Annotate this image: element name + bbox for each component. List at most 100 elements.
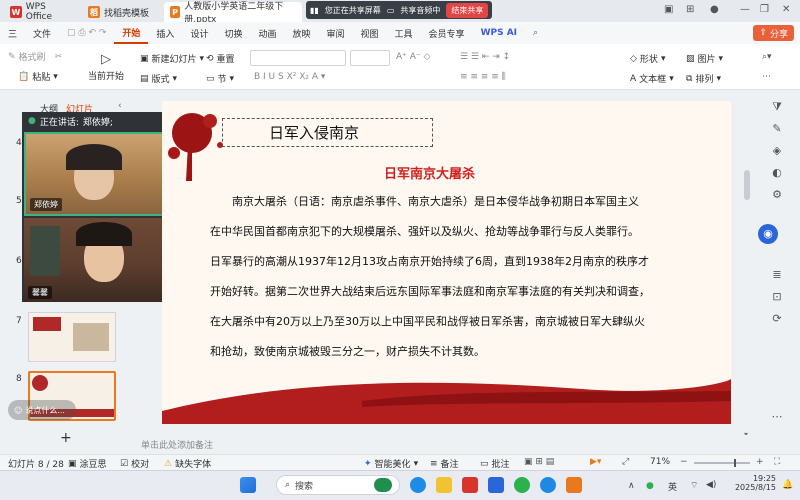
bookmark-icon[interactable]: ⊡ <box>770 290 784 304</box>
tab-design[interactable]: 设计 <box>182 27 216 40</box>
settings-icon[interactable]: ⚙ <box>770 188 784 202</box>
theme-button[interactable]: ▣ 涂豆思 <box>68 457 107 471</box>
network-icon[interactable]: ⌔ <box>690 480 698 491</box>
share-button[interactable]: ⇪ 分享 <box>753 25 794 41</box>
slide-title[interactable]: 日军入侵南京 <box>222 118 433 147</box>
notification-icon[interactable]: 🔔 <box>782 480 793 490</box>
smart-beautify-button[interactable]: ✦ 智能美化 ▾ <box>364 457 418 471</box>
view-mode-icons[interactable]: ▣ ⊞ ▤ <box>524 457 554 467</box>
video-call-panel[interactable]: ● 正在讲话: 郑依婷; 郑依婷 馨馨 <box>22 112 172 302</box>
tab-home[interactable]: 开始 <box>114 22 149 44</box>
align-controls[interactable]: ≡ ≡ ≡ ≡ ⫼ <box>460 72 506 82</box>
share-audio-label[interactable]: 共享音频中 <box>400 5 440 16</box>
assistant-icon[interactable]: ◉ <box>758 224 778 244</box>
notes-field[interactable]: 单击此处添加备注 <box>135 435 755 453</box>
tab-tools[interactable]: 工具 <box>387 27 421 40</box>
tab-view[interactable]: 视图 <box>353 27 387 40</box>
tray-app-icon[interactable]: ● <box>646 481 654 491</box>
edge-icon[interactable] <box>410 477 426 493</box>
text-format-row[interactable]: B I U S X² X₂ A ▾ <box>254 72 325 82</box>
wechat-icon[interactable] <box>514 477 530 493</box>
chat-input[interactable]: ☺ 说点什么... <box>8 400 76 420</box>
arrange-button[interactable]: ⧉ 排列 ▾ <box>686 72 721 86</box>
tab-file[interactable]: 文件 <box>25 27 59 40</box>
missing-font-button[interactable]: ⚠ 缺失字体 <box>164 457 211 471</box>
participant-video-2[interactable]: 馨馨 <box>24 218 170 302</box>
collapse-icon[interactable]: ‹ <box>118 101 122 111</box>
more-options-icon[interactable]: ⋯ <box>770 410 784 424</box>
avatar-icon[interactable]: ● <box>710 4 719 15</box>
find-icon[interactable]: ⌕▾ <box>762 52 772 62</box>
fit-icon[interactable]: ⤢ <box>622 457 629 467</box>
add-slide-button[interactable]: + <box>60 430 72 446</box>
section-button[interactable]: ▭ 节 ▾ <box>206 72 234 86</box>
clock[interactable]: 19:25 2025/8/15 <box>724 474 776 492</box>
tab-insert[interactable]: 插入 <box>148 27 182 40</box>
new-slide-button[interactable]: ▣ 新建幻灯片 ▾ <box>140 52 204 66</box>
notes-button[interactable]: ≡ 备注 <box>430 457 459 471</box>
tab-presentation[interactable]: P 人教版小学英语二年级下册.pptx <box>164 2 302 25</box>
tab-wps-office[interactable]: W WPS Office <box>4 2 80 22</box>
file-explorer-icon[interactable] <box>436 477 452 493</box>
pen-icon[interactable]: ✎ <box>770 122 784 136</box>
maximize-icon[interactable]: ❐ <box>760 4 769 15</box>
zoom-slider-thumb[interactable] <box>734 459 736 467</box>
tray-chevron-icon[interactable]: ∧ <box>628 481 635 491</box>
reset-button[interactable]: ⟲ 重置 <box>206 52 235 66</box>
zoom-level[interactable]: 71% <box>650 457 670 467</box>
font-size-controls[interactable]: A⁺ A⁻ ◇ <box>396 52 430 62</box>
slideshow-play-icon[interactable]: ▶▾ <box>590 457 601 467</box>
format-painter-button[interactable]: ✎ 格式刷 ✂ <box>8 50 62 64</box>
app-icon[interactable] <box>488 477 504 493</box>
quick-access-icons[interactable]: ▢ ⎙ ↶ ↷ <box>59 28 114 38</box>
tab-slideshow[interactable]: 放映 <box>284 27 318 40</box>
close-icon[interactable]: ✕ <box>782 4 790 15</box>
screen-icon[interactable]: ▭ <box>387 6 395 15</box>
comments-button[interactable]: ▭ 批注 <box>480 457 510 471</box>
participant-video-1[interactable]: 郑依婷 <box>24 132 170 216</box>
filter-icon[interactable]: ⧩ <box>770 100 784 114</box>
fullscreen-icon[interactable]: ⛶ <box>774 457 780 467</box>
shape-button[interactable]: ◇ 形状 ▾ <box>630 52 665 66</box>
shapes-icon[interactable]: ◈ <box>770 144 784 158</box>
slide-canvas[interactable]: 日军入侵南京 日军南京大屠杀 南京大屠杀（日语：南京虐杀事件、南京大虐杀）是日本… <box>162 101 731 424</box>
layers-icon[interactable]: ≣ <box>770 268 784 282</box>
proofread-button[interactable]: ☑ 校对 <box>120 457 149 471</box>
slide-thumbnail-7[interactable] <box>28 312 116 362</box>
image-button[interactable]: ▨ 图片 ▾ <box>686 52 723 66</box>
tab-template[interactable]: 稻 找稻壳模板 <box>82 2 162 22</box>
grid-icon[interactable]: ⊞ <box>686 4 694 15</box>
zoom-in-icon[interactable]: + <box>756 457 764 467</box>
menu-icon[interactable]: 三 <box>0 27 25 40</box>
textbox-button[interactable]: A 文本框 ▾ <box>630 72 674 86</box>
tab-animation[interactable]: 动画 <box>250 27 284 40</box>
play-current-button[interactable]: ▷ 当前开始 <box>88 52 124 82</box>
paragraph-controls[interactable]: ☰ ☰ ⇤ ⇥ ↕ <box>460 52 510 62</box>
paste-button[interactable]: 📋 粘贴 ▾ <box>18 70 58 84</box>
end-share-button[interactable]: 结束共享 <box>446 2 489 18</box>
tab-transition[interactable]: 切换 <box>216 27 250 40</box>
app-blue-icon[interactable] <box>540 477 556 493</box>
tab-review[interactable]: 审阅 <box>319 27 353 40</box>
backup-icon[interactable]: ⟳ <box>770 312 784 326</box>
windows-start-icon[interactable] <box>240 477 256 493</box>
layout-icon[interactable]: ▣ <box>664 4 673 15</box>
ppt-taskbar-icon[interactable] <box>566 477 582 493</box>
ime-indicator[interactable]: 英 <box>668 480 677 493</box>
wps-taskbar-icon[interactable] <box>462 477 478 493</box>
widget-icon[interactable] <box>374 478 392 492</box>
font-family-select[interactable] <box>250 50 346 66</box>
layout-button[interactable]: ▤ 版式 ▾ <box>140 72 177 86</box>
zoom-out-icon[interactable]: − <box>680 457 688 467</box>
search-icon[interactable]: ⌕ <box>525 28 546 38</box>
vertical-scrollbar[interactable] <box>744 170 750 200</box>
slide-heading[interactable]: 日军南京大屠杀 <box>384 163 475 182</box>
zoom-slider[interactable] <box>694 462 750 464</box>
minimize-icon[interactable]: — <box>740 4 750 15</box>
font-size-select[interactable] <box>350 50 390 66</box>
more-icon[interactable]: ⋯ <box>762 72 771 82</box>
tab-member[interactable]: 会员专享 <box>421 27 473 40</box>
tab-wps-ai[interactable]: WPS AI <box>473 28 525 38</box>
volume-icon[interactable]: ◀) <box>706 480 716 490</box>
color-icon[interactable]: ◐ <box>770 166 784 180</box>
